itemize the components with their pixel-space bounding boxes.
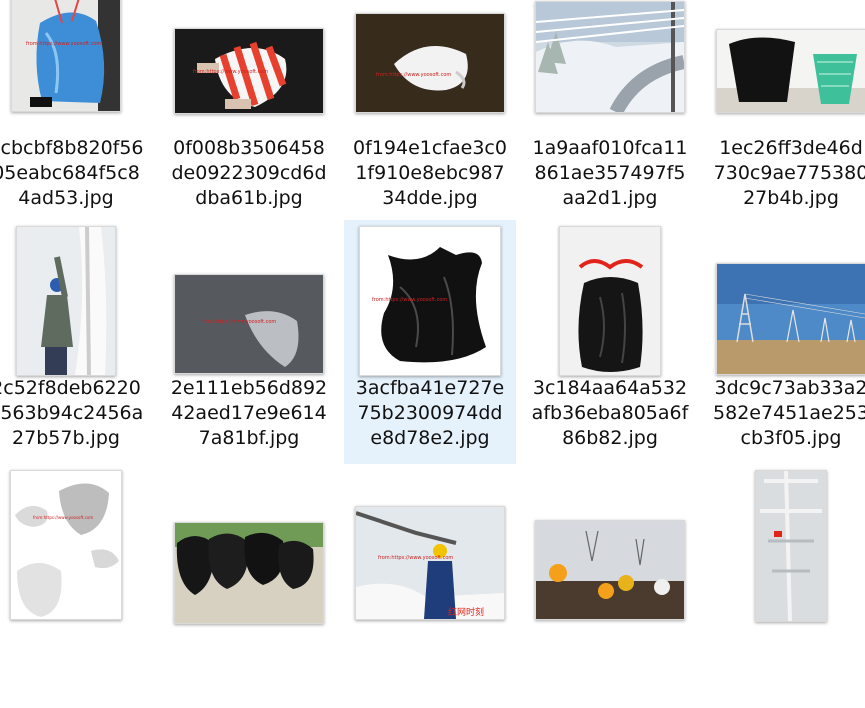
file-name-line: 0cbcbf8b820f56 (0, 137, 144, 159)
file-name-line: de0922309cd6d (171, 162, 327, 184)
trash-bins-thumbnail (716, 29, 865, 113)
svg-text:红网时刻: 红网时刻 (448, 606, 484, 618)
floating-plastic-bag-thumbnail: from:https://www.yoosoft.com (174, 274, 324, 374)
svg-text:from:https://www.yoosoft.com: from:https://www.yoosoft.com (372, 297, 447, 303)
file-name-line: 86b82.jpg (562, 427, 658, 449)
file-name-line (0, 670, 152, 695)
white-bags-collage-thumbnail: from:https://www.yoosoft.com (10, 470, 122, 620)
file-name-line: a563b94c2456a (0, 402, 144, 424)
svg-text:from:https://www.yoosoft.com: from:https://www.yoosoft.com (376, 72, 451, 78)
file-tile[interactable]: 红网时刻 from:https://www.yoosoft.com (344, 464, 516, 708)
file-tile[interactable]: from:https://www.yoosoft.com 0cbcbf8b820f… (0, 0, 152, 244)
black-garbage-bag-thumbnail: from:https://www.yoosoft.com (359, 226, 501, 376)
red-white-striped-bag-thumbnail: from:https://www.yoosoft.com (174, 28, 324, 114)
worker-deicing-thumbnail (16, 226, 116, 376)
file-name-line: 42aed17e9e614 (171, 402, 327, 424)
file-name-line (344, 670, 516, 695)
svg-text:from:https://www.yoosoft.com: from:https://www.yoosoft.com (193, 69, 268, 75)
file-tile[interactable]: from:https://www.yoosoft.com 0f194e1cfae3… (344, 0, 516, 244)
file-name-line: 27b57b.jpg (12, 427, 120, 449)
file-name-line: 1a9aaf010fca11 (532, 137, 688, 159)
file-name-line: 0f008b3506458 (173, 137, 325, 159)
file-tile[interactable] (163, 464, 335, 708)
worker-with-pole-thumbnail: 红网时刻 from:https://www.yoosoft.com (355, 506, 505, 620)
file-name: 3dc9c73ab33a2 582e7451ae253 cb3f05.jpg (705, 376, 865, 451)
file-name (524, 620, 696, 695)
file-name-line: e8d78e2.jpg (370, 427, 490, 449)
file-name-line: 4ad53.jpg (18, 187, 114, 209)
file-name-line: 7a81bf.jpg (198, 427, 300, 449)
file-name-line: 730c9ae775380 (713, 162, 865, 184)
file-tile[interactable]: from:https://www.yoosoft.com 0f008b350645… (163, 0, 335, 244)
crew-in-hardhats-thumbnail (535, 520, 685, 620)
file-name (705, 620, 865, 695)
black-bag-red-ties-thumbnail (559, 226, 661, 376)
file-name: 2c52f8deb6220 a563b94c2456a 27b57b.jpg (0, 376, 152, 451)
file-name-line: aa2d1.jpg (562, 187, 658, 209)
file-name: 0f194e1cfae3c0 1f910e8ebc987 34dde.jpg (344, 136, 516, 211)
blue-drawstring-bag-thumbnail: from:https://www.yoosoft.com (11, 0, 121, 112)
file-name-line (0, 620, 152, 645)
svg-text:from:https://www.yoosoft.com: from:https://www.yoosoft.com (26, 41, 101, 47)
white-plastic-bag-thumbnail: from:https://www.yoosoft.com (355, 13, 505, 113)
file-name-line: afb36eba805a6f (531, 402, 689, 424)
file-name: 0f008b3506458 de0922309cd6d dba61b.jpg (163, 136, 335, 211)
file-name: 1a9aaf010fca11 861ae357497f5 aa2d1.jpg (524, 136, 696, 211)
file-name (163, 620, 335, 695)
file-name-line (163, 670, 335, 695)
file-name-line (163, 620, 335, 645)
iced-substation-thumbnail (755, 470, 827, 622)
file-tile[interactable]: from:https://www.yoosoft.com 2e111eb56d89… (163, 220, 335, 464)
file-name-line (705, 620, 865, 645)
file-name-line: 27b4b.jpg (743, 187, 839, 209)
file-name-line: 75b2300974dd (357, 402, 503, 424)
svg-text:from:https://www.yoosoft.com: from:https://www.yoosoft.com (201, 319, 276, 325)
file-tile[interactable]: 1ec26ff3de46d 730c9ae775380 27b4b.jpg (705, 0, 865, 244)
file-tile[interactable] (524, 464, 696, 708)
file-name (0, 620, 152, 695)
file-name-line: cb3f05.jpg (740, 427, 842, 449)
file-name-line: 3dc9c73ab33a2 (714, 377, 865, 399)
file-name (344, 620, 516, 695)
file-tile[interactable]: 3c184aa64a532 afb36eba805a6f 86b82.jpg (524, 220, 696, 464)
file-name-line: 1ec26ff3de46d (719, 137, 863, 159)
file-name: 3c184aa64a532 afb36eba805a6f 86b82.jpg (524, 376, 696, 451)
file-name-line: 3c184aa64a532 (532, 377, 688, 399)
file-tile[interactable]: from:https://www.yoosoft.com (0, 464, 152, 708)
file-name-line (344, 645, 516, 670)
file-name-line: 2e111eb56d892 (170, 377, 328, 399)
file-tile[interactable] (705, 464, 865, 708)
svg-text:from:https://www.yoosoft.com: from:https://www.yoosoft.com (33, 515, 93, 520)
file-name-line: 34dde.jpg (382, 187, 478, 209)
file-name-line (344, 620, 516, 645)
file-name: 2e111eb56d892 42aed17e9e614 7a81bf.jpg (163, 376, 335, 451)
file-name-line: 0f194e1cfae3c0 (353, 137, 507, 159)
file-name-line: 2c52f8deb6220 (0, 377, 141, 399)
file-name-line: 3acfba41e727e (355, 377, 505, 399)
file-name-line: 05eabc684f5c8 (0, 162, 140, 184)
file-name: 0cbcbf8b820f56 05eabc684f5c8 4ad53.jpg (0, 136, 152, 211)
file-tile[interactable]: 2c52f8deb6220 a563b94c2456a 27b57b.jpg (0, 220, 152, 464)
file-name-line (524, 645, 696, 670)
pile-of-black-bags-thumbnail (174, 522, 324, 624)
file-name-line (705, 670, 865, 695)
file-name: 1ec26ff3de46d 730c9ae775380 27b4b.jpg (705, 136, 865, 211)
file-name-line (524, 620, 696, 645)
transmission-towers-thumbnail (716, 263, 865, 375)
file-name: 3acfba41e727e 75b2300974dd e8d78e2.jpg (344, 376, 516, 451)
file-tile[interactable]: 1a9aaf010fca11 861ae357497f5 aa2d1.jpg (524, 0, 696, 244)
file-tile[interactable]: from:https://www.yoosoft.com 3acfba41e727… (344, 220, 516, 464)
file-name-line: dba61b.jpg (195, 187, 303, 209)
file-thumbnail-grid: from:https://www.yoosoft.com 0cbcbf8b820f… (0, 0, 865, 624)
file-name-line: 1f910e8ebc987 (355, 162, 505, 184)
file-name-line: 582e7451ae253 (713, 402, 865, 424)
file-name-line (524, 670, 696, 695)
frosted-power-lines-thumbnail (535, 1, 685, 113)
file-name-line (705, 645, 865, 670)
file-tile[interactable]: 3dc9c73ab33a2 582e7451ae253 cb3f05.jpg (705, 220, 865, 464)
file-name-line (0, 645, 152, 670)
svg-text:from:https://www.yoosoft.com: from:https://www.yoosoft.com (378, 555, 453, 561)
file-name-line: 861ae357497f5 (534, 162, 686, 184)
file-name-line (163, 645, 335, 670)
